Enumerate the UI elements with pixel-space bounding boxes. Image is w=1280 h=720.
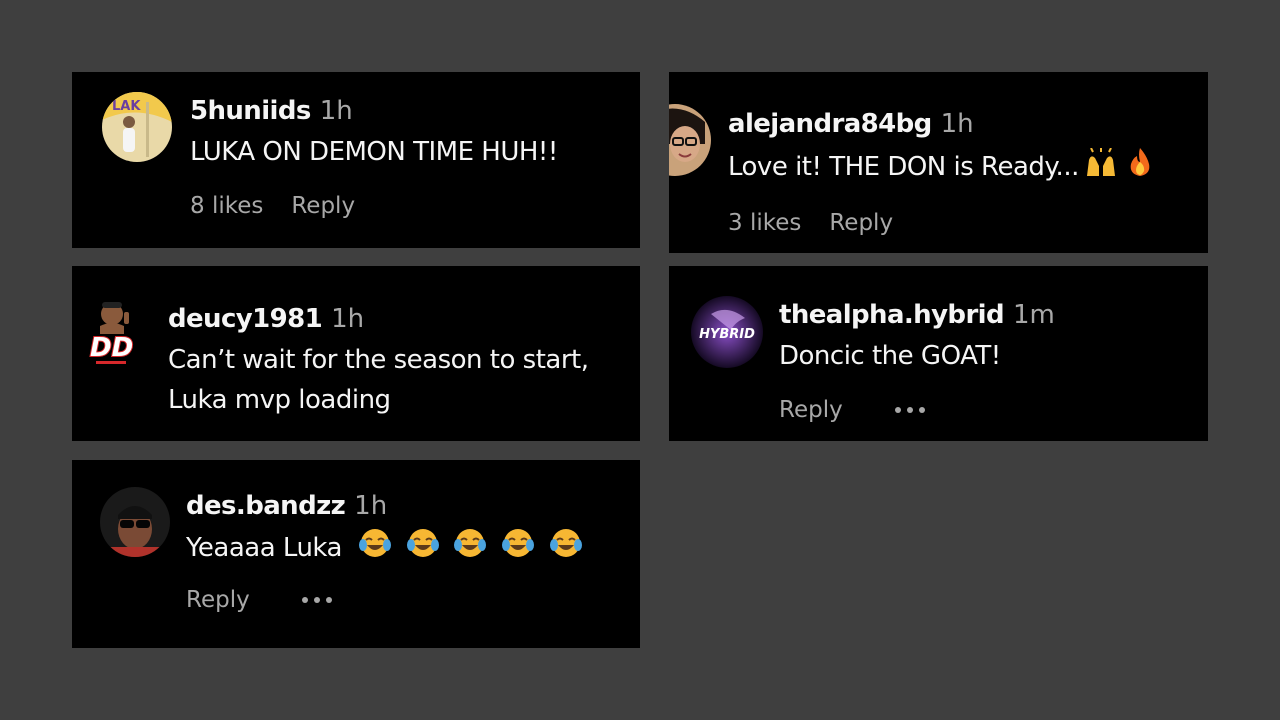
timestamp: 1h xyxy=(319,96,353,126)
timestamp: 1h xyxy=(940,109,974,139)
avatar-logo-text: HYBRID xyxy=(699,327,755,342)
svg-text:LAK: LAK xyxy=(112,99,141,114)
more-options-icon[interactable] xyxy=(301,597,332,603)
comment-actions: Reply xyxy=(779,397,925,423)
comment-text: Yeaaaa Luka xyxy=(186,527,583,571)
tears-of-joy-icon xyxy=(358,527,392,571)
username[interactable]: thealpha.hybrid 1m xyxy=(779,300,1055,330)
username[interactable]: deucy1981 1h xyxy=(168,304,364,334)
username[interactable]: 5huniids 1h xyxy=(190,96,353,126)
timestamp: 1h xyxy=(354,491,388,521)
tears-of-joy-icon xyxy=(501,527,535,571)
comment-card: LAK 5huniids 1h LUKA ON DEMON TIME HUH!! … xyxy=(72,72,640,248)
username-text[interactable]: des.bandzz xyxy=(186,491,346,521)
username[interactable]: des.bandzz 1h xyxy=(186,491,387,521)
avatar[interactable]: HYBRID xyxy=(691,296,763,368)
avatar-logo-text: DD xyxy=(90,333,133,363)
comment-card: des.bandzz 1h Yeaaaa Luka Reply xyxy=(72,460,640,648)
reply-button[interactable]: Reply xyxy=(186,587,250,613)
comment-actions: 8 likes Reply xyxy=(190,193,355,219)
raising-hands-icon xyxy=(1083,147,1119,190)
avatar[interactable]: DD xyxy=(84,298,144,370)
comment-text-content: Yeaaaa Luka xyxy=(186,533,342,563)
reply-button[interactable]: Reply xyxy=(291,193,355,219)
tears-of-joy-icon xyxy=(406,527,440,571)
more-options-icon[interactable] xyxy=(894,407,925,413)
comment-actions: 3 likes Reply xyxy=(728,210,893,236)
avatar[interactable] xyxy=(100,487,170,557)
username-text[interactable]: alejandra84bg xyxy=(728,109,932,139)
timestamp: 1h xyxy=(331,304,365,334)
comment-text-line-1: Can’t wait for the season to start, xyxy=(168,345,589,375)
comment-text-line-2: Luka mvp loading xyxy=(168,385,391,415)
comment-text-content: Love it! THE DON is Ready... xyxy=(728,152,1079,182)
comment-text: LUKA ON DEMON TIME HUH!! xyxy=(190,137,558,167)
tears-of-joy-icon xyxy=(453,527,487,571)
username-text[interactable]: 5huniids xyxy=(190,96,311,126)
username[interactable]: alejandra84bg 1h xyxy=(728,109,974,139)
comment-text: Love it! THE DON is Ready... xyxy=(728,146,1153,190)
reply-button[interactable]: Reply xyxy=(829,210,893,236)
reply-button[interactable]: Reply xyxy=(779,397,843,423)
likes-count[interactable]: 3 likes xyxy=(728,210,801,236)
tears-of-joy-icon xyxy=(549,527,583,571)
comment-card: HYBRID thealpha.hybrid 1m Doncic the GOAT… xyxy=(669,266,1208,441)
comment-card: DD deucy1981 1h Can’t wait for the season… xyxy=(72,266,640,441)
fire-icon xyxy=(1127,146,1153,190)
comment-actions: Reply xyxy=(186,587,332,613)
comment-text: Doncic the GOAT! xyxy=(779,341,1001,371)
timestamp: 1m xyxy=(1013,300,1055,330)
username-text[interactable]: deucy1981 xyxy=(168,304,323,334)
likes-count[interactable]: 8 likes xyxy=(190,193,263,219)
avatar[interactable] xyxy=(669,104,711,176)
comment-card: alejandra84bg 1h Love it! THE DON is Read… xyxy=(669,72,1208,253)
avatar[interactable]: LAK xyxy=(102,92,172,162)
username-text[interactable]: thealpha.hybrid xyxy=(779,300,1005,330)
